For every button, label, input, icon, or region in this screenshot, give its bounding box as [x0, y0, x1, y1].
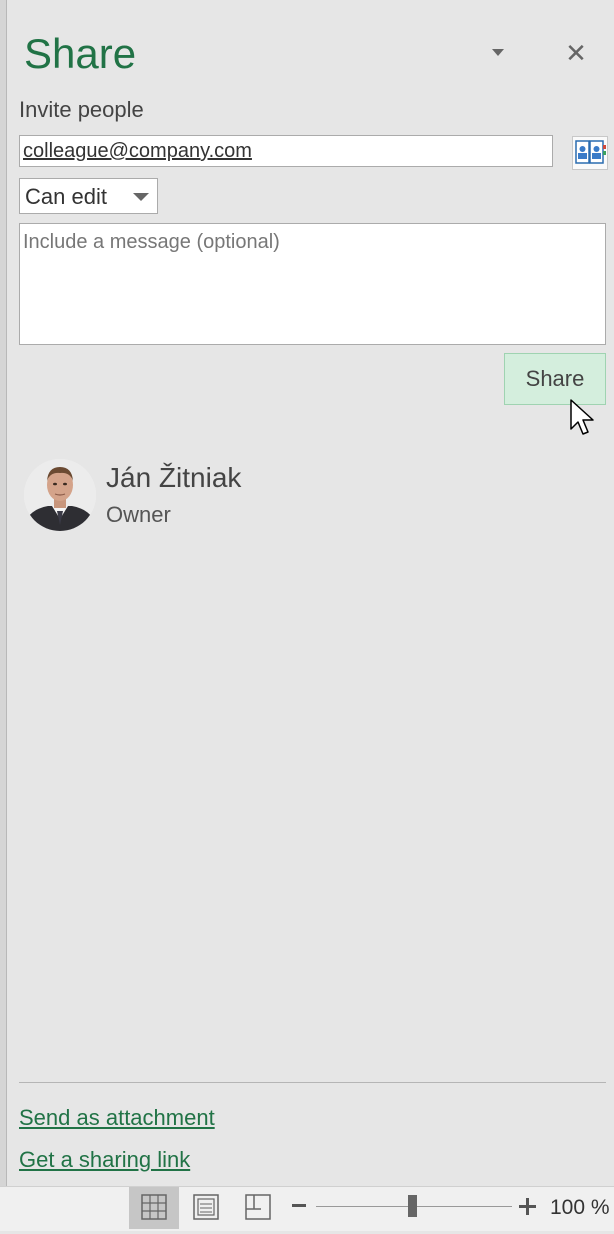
permission-value: Can edit: [25, 184, 107, 209]
dropdown-arrow-icon: [133, 193, 149, 201]
chevron-down-icon[interactable]: [483, 40, 513, 66]
avatar: [24, 459, 96, 531]
person-role: Owner: [106, 502, 171, 527]
get-sharing-link[interactable]: Get a sharing link: [19, 1147, 190, 1173]
permission-dropdown[interactable]: Can edit: [19, 178, 158, 214]
address-book-icon[interactable]: [572, 136, 608, 170]
pane-title: Share: [24, 30, 137, 77]
page-layout-view-icon[interactable]: [181, 1187, 231, 1229]
send-as-attachment-link[interactable]: Send as attachment: [19, 1105, 215, 1131]
pane-resize-edge[interactable]: [0, 0, 7, 1186]
share-button[interactable]: Share: [504, 353, 606, 405]
zoom-out-button[interactable]: [292, 1204, 306, 1207]
zoom-level[interactable]: 100 %: [550, 1196, 610, 1220]
normal-view-icon[interactable]: [129, 1187, 179, 1229]
message-textarea[interactable]: Include a message (optional): [19, 223, 606, 345]
invite-people-label: Invite people: [19, 97, 144, 122]
mouse-pointer-icon: [570, 399, 596, 444]
zoom-in-button[interactable]: [519, 1198, 537, 1216]
person-name: Ján Žitniak: [106, 462, 242, 493]
zoom-slider-thumb[interactable]: [408, 1195, 417, 1217]
divider: [19, 1082, 606, 1083]
close-icon[interactable]: ✕: [562, 38, 590, 68]
page-break-preview-icon[interactable]: [233, 1187, 283, 1229]
invite-email-input[interactable]: colleague@company.com: [19, 135, 553, 167]
share-pane: Share ✕ Invite people colleague@company.…: [7, 0, 614, 1186]
